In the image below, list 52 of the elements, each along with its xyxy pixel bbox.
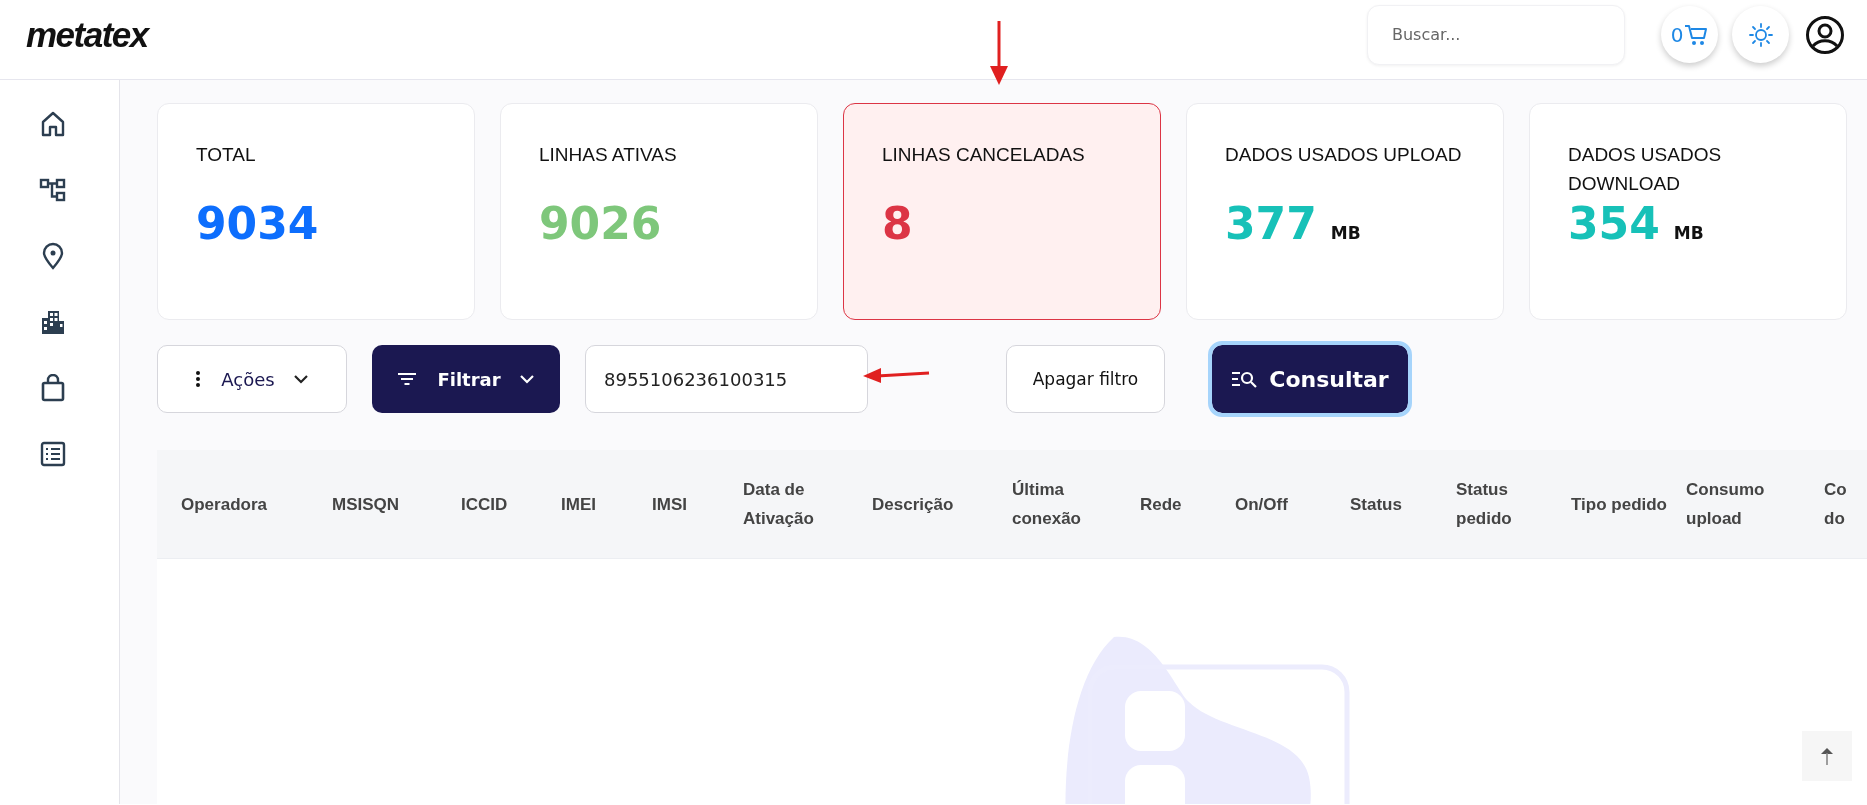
- stat-label: LINHAS ATIVAS: [539, 143, 678, 167]
- filter-icon: [397, 372, 418, 386]
- chevron-down-icon: [518, 374, 535, 384]
- clear-filter-button[interactable]: Apagar filtro: [1006, 345, 1165, 413]
- column-header: Consumo upload: [1686, 479, 1766, 530]
- stat-card[interactable]: DADOS USADOS DOWNLOAD 354 MB: [1529, 103, 1847, 320]
- annotation-arrow: [988, 20, 1010, 86]
- cart-icon: [1684, 23, 1709, 46]
- stat-label: LINHAS CANCELADAS: [882, 143, 1086, 167]
- stat-unit: MB: [1330, 223, 1361, 243]
- stat-card[interactable]: LINHAS CANCELADAS 8: [843, 103, 1161, 320]
- stat-value: 9026: [539, 198, 662, 249]
- stat-value: 9034: [196, 198, 319, 249]
- search-input-field[interactable]: 8955106236100315: [585, 345, 868, 413]
- column-header: Co do: [1824, 479, 1848, 530]
- column-header: ICCID: [461, 493, 509, 516]
- stat-card[interactable]: DADOS USADOS UPLOAD 377 MB: [1186, 103, 1504, 320]
- column-header: On/Off: [1235, 493, 1289, 516]
- cart-button[interactable]: 0: [1661, 6, 1718, 63]
- search-field[interactable]: Buscar...: [1367, 4, 1625, 65]
- user-avatar-icon[interactable]: [1805, 14, 1845, 55]
- hierarchy-icon: [38, 176, 67, 204]
- stat-label: DADOS USADOS UPLOAD: [1225, 143, 1463, 167]
- logo: metatex: [26, 14, 148, 55]
- column-header: Última conexão: [1012, 479, 1082, 530]
- stat-value: 377: [1225, 198, 1317, 249]
- column-header: Descrição: [872, 493, 955, 516]
- column-header: Rede: [1140, 493, 1183, 516]
- column-header: Data de Ativação: [743, 479, 815, 530]
- column-header: Status: [1350, 493, 1403, 516]
- filter-button[interactable]: Filtrar: [372, 345, 560, 413]
- theme-button[interactable]: [1732, 6, 1789, 63]
- column-header: Tipo pedido: [1571, 493, 1668, 516]
- arrow-up-icon: [1819, 746, 1835, 766]
- list-icon: [38, 440, 67, 468]
- sun-icon: [1747, 21, 1774, 48]
- stat-card[interactable]: LINHAS ATIVAS 9026: [500, 103, 818, 320]
- stat-label: TOTAL: [196, 143, 257, 167]
- column-header: IMSI: [652, 493, 688, 516]
- stat-value: 354: [1568, 198, 1660, 249]
- chevron-down-icon: [292, 374, 309, 384]
- kebab-icon: [195, 370, 202, 388]
- search-list-icon: [1231, 370, 1258, 388]
- column-header: IMEI: [561, 493, 597, 516]
- column-header: Status pedido: [1456, 479, 1513, 530]
- stat-value: 8: [882, 198, 913, 249]
- stat-label: DADOS USADOS DOWNLOAD: [1568, 143, 1723, 196]
- column-header: MSISQN: [332, 493, 401, 516]
- stat-unit: MB: [1673, 223, 1704, 243]
- stat-card[interactable]: TOTAL 9034: [157, 103, 475, 320]
- column-header: Operadora: [181, 493, 268, 516]
- actions-button[interactable]: Ações: [157, 345, 347, 413]
